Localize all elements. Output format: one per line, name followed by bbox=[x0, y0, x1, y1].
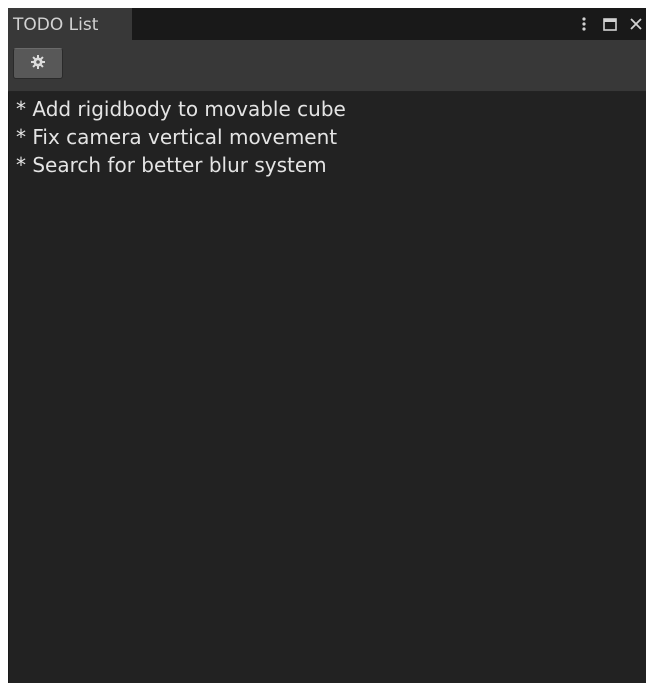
todo-item: * Add rigidbody to movable cube bbox=[16, 97, 346, 121]
tab-title: TODO List bbox=[13, 15, 99, 35]
todo-item: * Fix camera vertical movement bbox=[16, 125, 338, 149]
todo-list-window: TODO List * Add rigidbody to movable cub… bbox=[8, 8, 646, 683]
close-icon[interactable] bbox=[628, 14, 644, 34]
todo-text-area[interactable]: * Add rigidbody to movable cube * Fix ca… bbox=[8, 92, 646, 683]
todo-item: * Search for better blur system bbox=[16, 153, 327, 177]
tab-todo-list[interactable]: TODO List bbox=[8, 8, 132, 41]
maximize-icon[interactable] bbox=[602, 14, 618, 34]
toolbar bbox=[8, 40, 646, 92]
vertical-ellipsis-icon[interactable] bbox=[576, 14, 592, 34]
tab-bar: TODO List bbox=[8, 8, 646, 41]
window-controls bbox=[576, 10, 644, 38]
settings-button[interactable] bbox=[13, 48, 63, 79]
gear-icon bbox=[31, 54, 45, 73]
